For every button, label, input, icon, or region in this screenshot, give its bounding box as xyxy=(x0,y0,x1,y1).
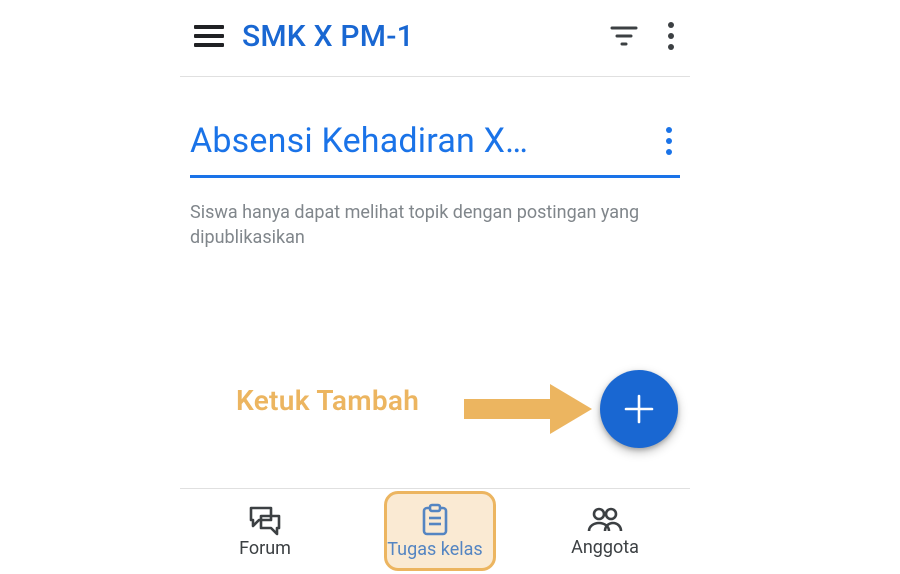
add-fab[interactable] xyxy=(600,370,678,448)
people-icon xyxy=(585,505,625,535)
tab-classwork-label: Tugas kelas xyxy=(387,539,482,560)
topic-title[interactable]: Absensi Kehadiran X… xyxy=(190,121,652,161)
forum-icon xyxy=(247,504,283,536)
topic-visibility-note: Siswa hanya dapat melihat topik dengan p… xyxy=(180,178,660,250)
topic-overflow-icon[interactable] xyxy=(658,123,680,159)
menu-icon[interactable] xyxy=(194,25,224,47)
appbar: SMK X PM-1 xyxy=(180,0,690,76)
clipboard-icon xyxy=(420,503,450,537)
phone-frame: SMK X PM-1 Absensi Kehadiran X… xyxy=(180,0,690,574)
class-title[interactable]: SMK X PM-1 xyxy=(242,19,610,54)
tab-people[interactable]: Anggota xyxy=(520,488,690,574)
annotation-label: Ketuk Tambah xyxy=(236,384,419,417)
plus-icon xyxy=(622,392,656,426)
tab-classwork[interactable]: Tugas kelas xyxy=(350,488,520,574)
bottom-nav: Forum Tugas kelas xyxy=(180,488,690,574)
topic-row: Absensi Kehadiran X… xyxy=(180,77,690,161)
filter-icon[interactable] xyxy=(610,24,638,48)
tab-people-label: Anggota xyxy=(571,537,639,558)
overflow-icon[interactable] xyxy=(660,18,682,54)
screenshot-stage: SMK X PM-1 Absensi Kehadiran X… xyxy=(0,0,900,574)
tab-forum[interactable]: Forum xyxy=(180,488,350,574)
annotation-arrow-icon xyxy=(464,382,592,440)
tab-forum-label: Forum xyxy=(239,538,291,559)
